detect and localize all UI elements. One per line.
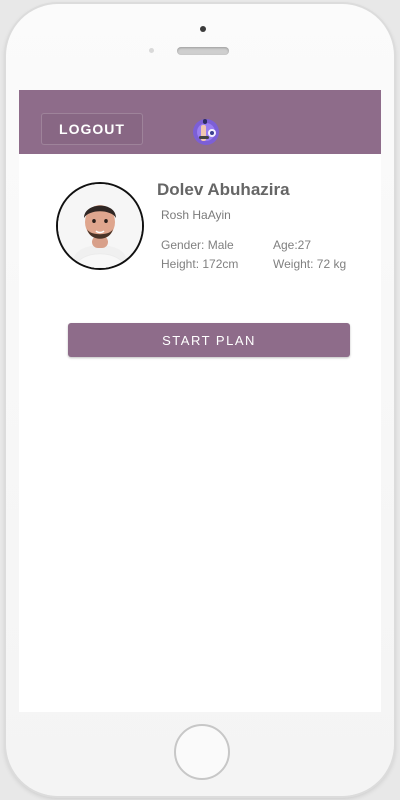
start-plan-button[interactable]: START PLAN <box>68 323 350 357</box>
logout-button[interactable]: LOGOUT <box>41 113 143 145</box>
profile-age: Age:27 <box>273 238 312 252</box>
camera-icon <box>200 26 206 32</box>
app-screen: LOGOUT Dolev Abuhazira Rosh HaAyin Gende… <box>19 90 381 712</box>
user-avatar-icon <box>58 184 142 268</box>
speaker-icon <box>177 47 229 55</box>
avatar <box>56 182 144 270</box>
app-bar: LOGOUT <box>19 90 381 154</box>
phone-frame: LOGOUT Dolev Abuhazira Rosh HaAyin Gende… <box>6 4 394 796</box>
profile-height: Height: 172cm <box>161 257 239 271</box>
fitness-logo-icon <box>193 119 219 145</box>
profile-weight: Weight: 72 kg <box>273 257 347 271</box>
sensor-icon <box>149 48 154 53</box>
profile-city: Rosh HaAyin <box>161 208 231 222</box>
profile-name: Dolev Abuhazira <box>157 180 290 199</box>
home-button[interactable] <box>174 724 230 780</box>
profile-gender: Gender: Male <box>161 238 234 252</box>
